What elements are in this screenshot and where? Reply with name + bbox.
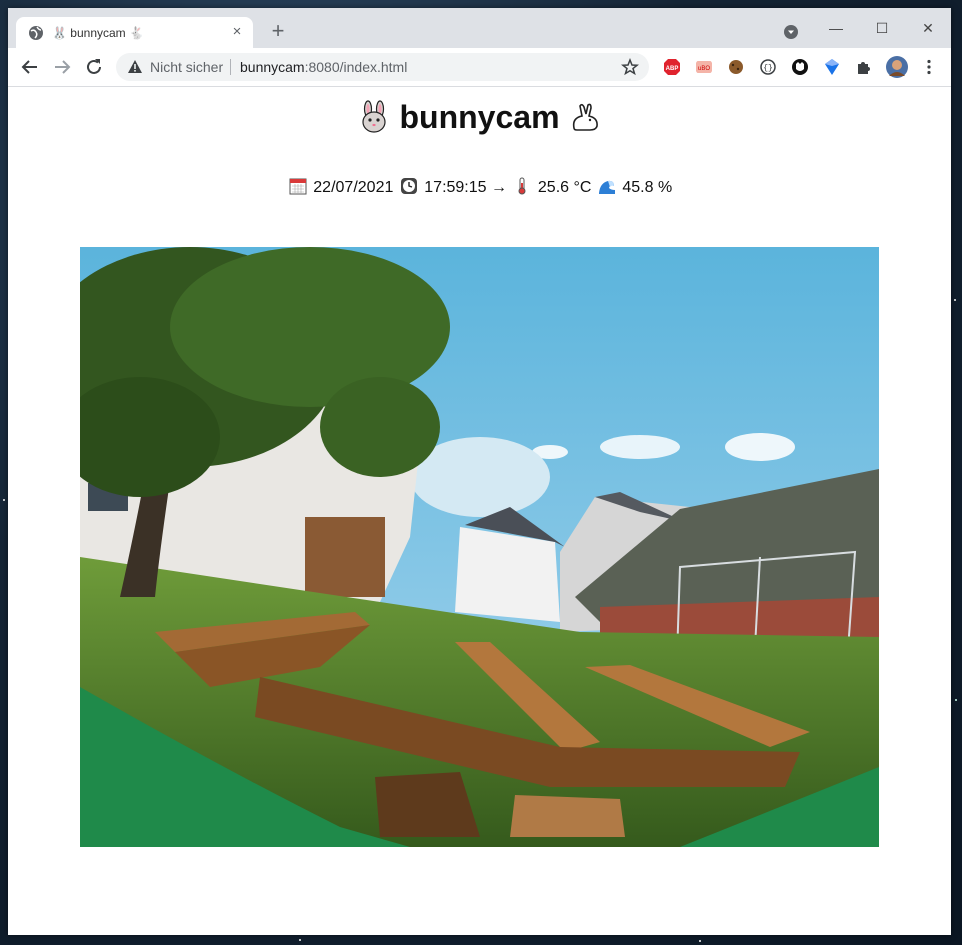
sensor-info-line: 22/07/2021 17:59:15 → 25.6 °C 45.8 %: [8, 177, 951, 197]
temperature-value: 25.6 °C: [537, 179, 592, 196]
forward-arrow-icon[interactable]: [50, 55, 74, 79]
tab-strip: 🐰 bunnycam 🐇 × + — ☐ ✕: [8, 8, 951, 48]
address-divider: [230, 59, 231, 75]
calendar-icon: [289, 178, 307, 195]
privacy-icon[interactable]: {}: [759, 58, 777, 76]
security-label[interactable]: Nicht sicher: [150, 59, 223, 75]
profile-avatar[interactable]: [885, 55, 909, 79]
address-bar[interactable]: Nicht sicher bunnycam:8080/index.html: [116, 53, 649, 81]
back-arrow-icon[interactable]: [18, 55, 42, 79]
arrow-separator: →: [491, 179, 507, 196]
browser-toolbar: Nicht sicher bunnycam:8080/index.html AB…: [8, 48, 951, 87]
maximize-button[interactable]: ☐: [859, 14, 905, 42]
browser-window: 🐰 bunnycam 🐇 × + — ☐ ✕ Nicht sicher bunn…: [8, 8, 951, 935]
tab-title: 🐰 bunnycam 🐇: [52, 26, 144, 40]
reload-icon[interactable]: [82, 55, 106, 79]
rabbit-face-icon: [361, 100, 386, 133]
svg-text:{}: {}: [763, 64, 773, 73]
minimize-button[interactable]: —: [813, 14, 859, 42]
svg-text:uBO: uBO: [698, 66, 710, 72]
page-title-text: bunnycam: [399, 99, 560, 135]
tab-title-text: bunnycam: [70, 25, 126, 40]
github-icon[interactable]: [791, 58, 809, 76]
thermometer-icon: [518, 177, 526, 195]
url-path: :8080/index.html: [304, 59, 408, 75]
tab-search-icon[interactable]: [783, 24, 799, 40]
puzzle-icon[interactable]: [855, 58, 873, 76]
bookmark-star-icon[interactable]: [621, 58, 639, 76]
svg-text:ABP: ABP: [666, 66, 679, 72]
cookie-icon[interactable]: [727, 58, 745, 76]
bookmark-icon[interactable]: [823, 58, 841, 76]
rabbit-icon: [573, 103, 599, 131]
url-text[interactable]: bunnycam:8080/index.html: [240, 59, 407, 75]
window-close-button[interactable]: ✕: [905, 14, 951, 42]
warning-icon[interactable]: [127, 59, 143, 75]
date-value: 22/07/2021: [313, 179, 394, 196]
globe-icon: [29, 25, 43, 40]
rabbit-face-icon: 🐰: [52, 25, 67, 40]
abp-icon[interactable]: ABP: [663, 58, 681, 76]
tab-close-button[interactable]: ×: [229, 24, 245, 40]
humidity-value: 45.8 %: [622, 179, 673, 196]
camera-image: [80, 247, 879, 847]
clock-icon: [400, 178, 417, 194]
time-value: 17:59:15: [424, 179, 487, 196]
page-content: bunnycam 22/07/2021 17:59:15 → 25.6 °C 4…: [8, 87, 951, 935]
new-tab-button[interactable]: +: [266, 20, 290, 44]
wave-icon: [598, 180, 615, 194]
rabbit-icon: 🐇: [129, 25, 144, 40]
tab-bunnycam[interactable]: 🐰 bunnycam 🐇 ×: [16, 17, 253, 48]
menu-kebab-icon[interactable]: [920, 58, 938, 76]
page-title: bunnycam: [8, 99, 951, 136]
url-host: bunnycam: [240, 59, 305, 75]
ublock-icon[interactable]: uBO: [695, 58, 713, 76]
